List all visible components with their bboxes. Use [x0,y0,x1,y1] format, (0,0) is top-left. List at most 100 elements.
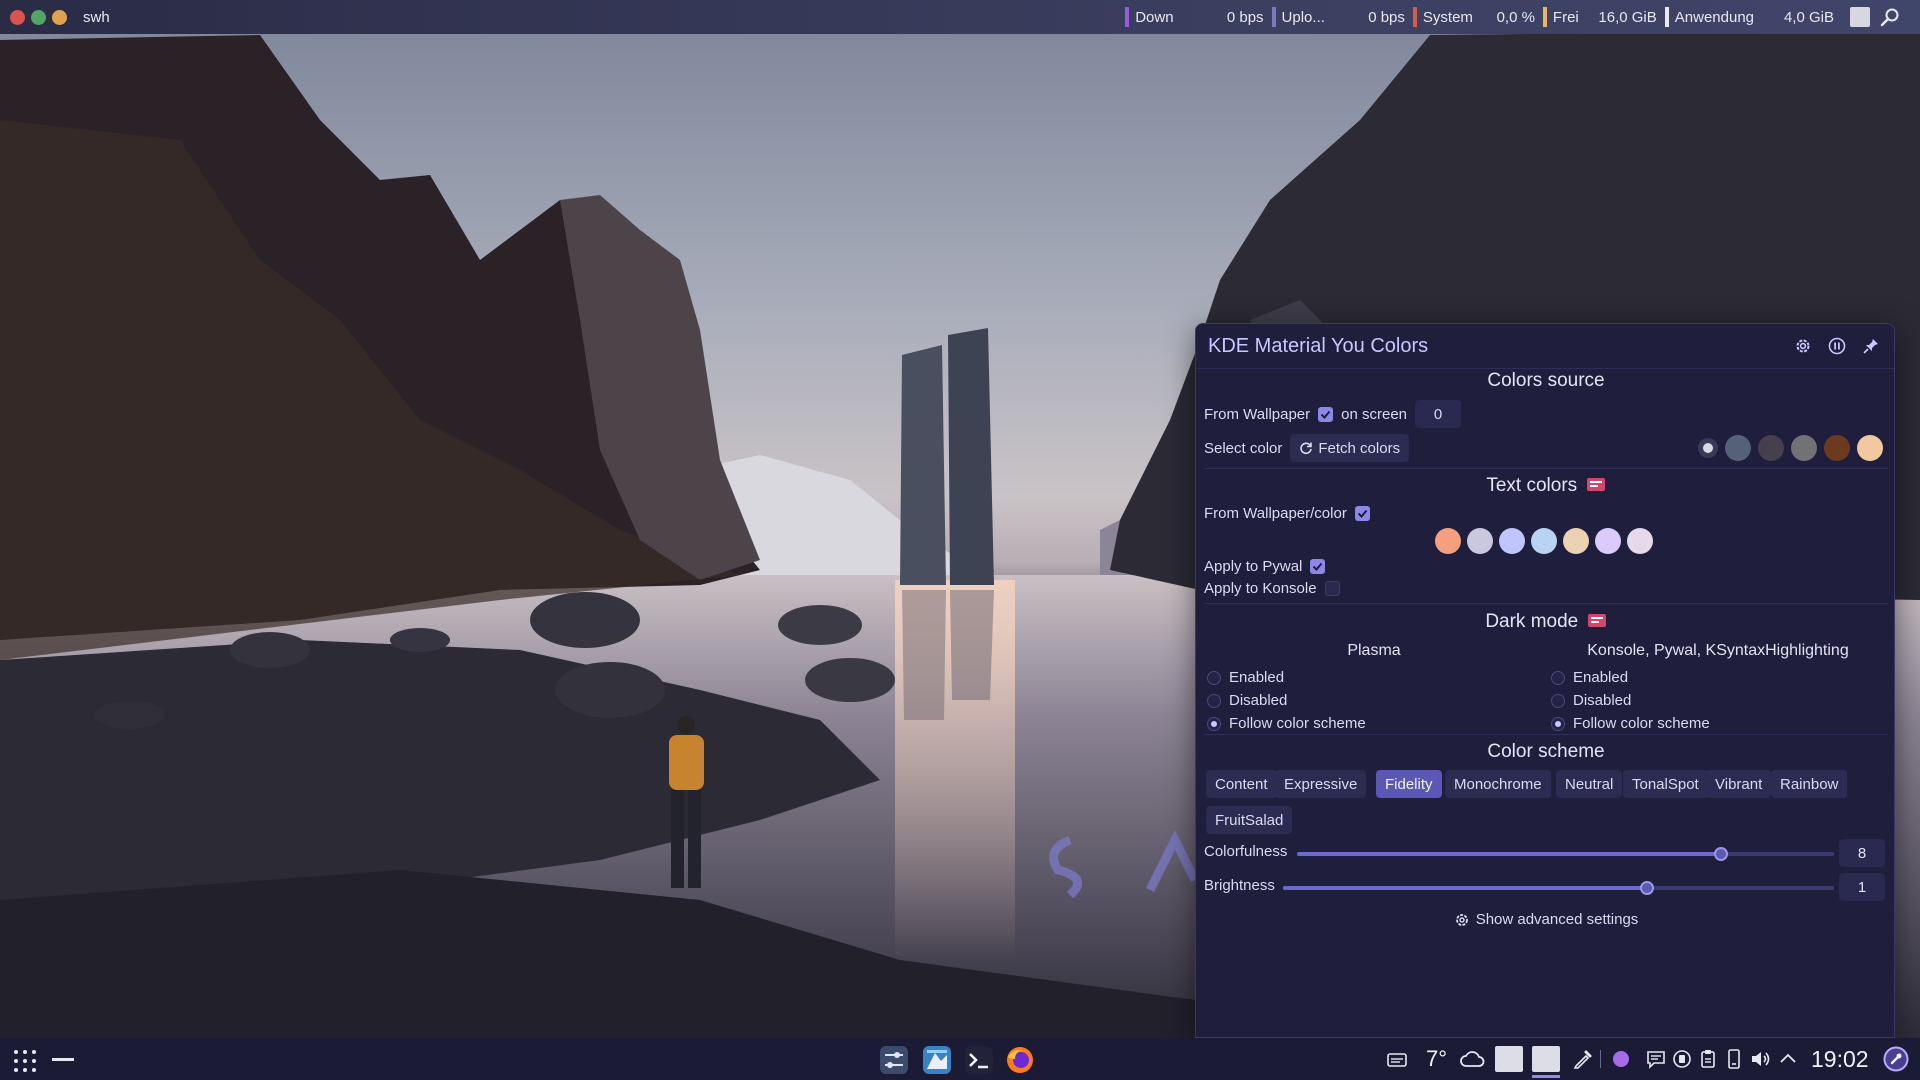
konsole-option-disabled[interactable]: Disabled [1551,689,1710,712]
monitor-label: Frei [1552,8,1579,26]
konsole-option-enabled[interactable]: Enabled [1551,666,1710,689]
select-color-label: Select color [1204,439,1283,457]
scheme-fruitsalad-button[interactable]: FruitSalad [1206,806,1293,834]
notifications-icon[interactable] [1645,1048,1667,1070]
scheme-rainbow-button[interactable]: Rainbow [1771,770,1848,798]
digital-clock[interactable]: 19:02 [1811,1046,1869,1073]
wallpaper-swatch[interactable] [1791,435,1817,461]
minimize-all-icon[interactable] [52,1058,74,1061]
material-you-app-icon[interactable] [922,1045,952,1075]
color-picker-icon[interactable] [1572,1048,1594,1070]
scheme-vibrant-button[interactable]: Vibrant [1706,770,1772,798]
scheme-monochrome-button[interactable]: Monochrome [1445,770,1551,798]
check-icon [1320,410,1331,419]
konsole-radio-disabled[interactable] [1551,693,1565,708]
konsole-radio-follow[interactable] [1551,716,1565,731]
wallpaper-swatch[interactable] [1725,435,1751,461]
scheme-tonalspot-button[interactable]: TonalSpot [1623,770,1708,798]
widget-header: KDE Material You Colors [1196,324,1894,369]
konsole-option-follow[interactable]: Follow color scheme [1551,712,1710,735]
plasma-dark-mode-group: Enabled Disabled Follow color scheme [1207,666,1366,735]
scheme-neutral-button[interactable]: Neutral [1556,770,1623,798]
weather-temperature[interactable]: 7° [1426,1046,1447,1072]
from-wallpaper-color-checkbox[interactable] [1354,506,1370,521]
maximize-window-button[interactable] [31,9,46,25]
network-up-monitor[interactable]: Uplo... 0 bps [1271,7,1405,27]
text-color-swatch [1531,528,1557,554]
virtual-desktop-1-icon[interactable] [1495,1046,1523,1072]
memory-app-monitor[interactable]: Anwendung 4,0 GiB [1664,7,1834,27]
brightness-slider-handle[interactable] [1639,881,1654,895]
search-icon[interactable] [1880,7,1900,27]
on-screen-label: on screen [1341,405,1408,423]
radio-label: Follow color scheme [1573,715,1710,732]
on-screen-spinbox[interactable]: 0 [1415,400,1462,428]
vault-icon[interactable] [1671,1048,1693,1070]
top-panel: swh Down 0 bps Uplo... 0 bps System 0,0 … [0,0,1920,34]
from-wallpaper-checkbox[interactable] [1318,406,1334,422]
pin-icon[interactable] [1860,335,1882,357]
cloud-icon[interactable] [1459,1048,1485,1070]
memory-free-monitor[interactable]: Frei 16,0 GiB [1542,7,1657,27]
plasma-option-follow[interactable]: Follow color scheme [1207,712,1366,735]
gear-icon[interactable] [1792,335,1814,357]
text-colors-title-row: Text colors [1196,475,1896,497]
wallpaper-swatch-selected[interactable] [1698,438,1718,458]
text-color-swatch [1563,528,1589,554]
from-wallpaper-color-row: From Wallpaper/color [1204,505,1370,522]
window-controls [10,9,67,25]
volume-icon[interactable] [1749,1048,1771,1070]
text-color-swatches [1435,528,1653,554]
monitor-value: 0 bps [1368,8,1405,26]
close-window-button[interactable] [10,9,25,25]
wallpaper-swatch[interactable] [1758,435,1784,461]
apply-pywal-checkbox[interactable] [1310,559,1326,574]
scheme-expressive-button[interactable]: Expressive [1275,770,1367,798]
show-desktop-icon[interactable] [1850,7,1870,27]
colorfulness-value-box[interactable]: 8 [1839,839,1885,867]
plasma-radio-disabled[interactable] [1207,693,1221,708]
firefox-icon[interactable] [1005,1045,1035,1075]
terminal-icon[interactable] [964,1045,994,1075]
fetch-colors-label: Fetch colors [1318,439,1401,457]
active-window-title[interactable]: swh [83,9,110,26]
user-switcher-icon[interactable] [1883,1046,1909,1072]
plasma-option-disabled[interactable]: Disabled [1207,689,1366,712]
fetch-colors-button[interactable]: Fetch colors [1290,434,1410,462]
plasma-radio-enabled[interactable] [1207,670,1221,685]
from-wallpaper-label: From Wallpaper [1204,405,1311,423]
network-down-monitor[interactable]: Down 0 bps [1125,7,1264,27]
system-settings-icon[interactable] [879,1045,909,1075]
konsole-radio-enabled[interactable] [1551,670,1565,685]
pause-icon[interactable] [1826,335,1848,357]
material-you-tray-icon[interactable] [1610,1048,1632,1070]
chevron-up-icon[interactable] [1777,1048,1799,1070]
brightness-value: 1 [1857,878,1867,896]
system-monitor[interactable]: Down 0 bps Uplo... 0 bps System 0,0 % Fr… [1117,0,1900,34]
colorfulness-slider[interactable] [1297,847,1834,861]
virtual-desktop-2-icon[interactable] [1532,1046,1560,1072]
clipboard-icon[interactable] [1697,1048,1719,1070]
material-you-widget: KDE Material You Colors Colors source Fr… [1195,323,1895,1038]
brightness-slider[interactable] [1283,881,1834,895]
device-icon[interactable] [1723,1048,1745,1070]
cpu-system-monitor[interactable]: System 0,0 % [1412,7,1535,27]
weather-station-icon[interactable] [1386,1048,1408,1070]
show-advanced-settings-button[interactable]: Show advanced settings [1196,911,1896,928]
wallpaper-swatch[interactable] [1824,435,1850,461]
scheme-content-button[interactable]: Content [1206,770,1277,798]
colorfulness-slider-handle[interactable] [1714,847,1729,861]
wallpaper-swatch[interactable] [1857,435,1883,461]
plasma-radio-follow[interactable] [1207,716,1221,731]
scheme-fidelity-button[interactable]: Fidelity [1376,770,1442,798]
colorfulness-value: 8 [1857,844,1867,862]
text-colors-badge-icon [1586,478,1605,491]
plasma-option-enabled[interactable]: Enabled [1207,666,1366,689]
colors-source-title: Colors source [1487,370,1605,391]
app-launcher-grid-icon[interactable] [13,1049,37,1073]
brightness-value-box[interactable]: 1 [1839,873,1885,901]
apply-konsole-checkbox[interactable] [1324,581,1340,596]
minimize-window-button[interactable] [52,9,67,25]
from-wallpaper-row: From Wallpaper on screen 0 [1204,400,1462,428]
apply-konsole-label: Apply to Konsole [1204,580,1317,597]
